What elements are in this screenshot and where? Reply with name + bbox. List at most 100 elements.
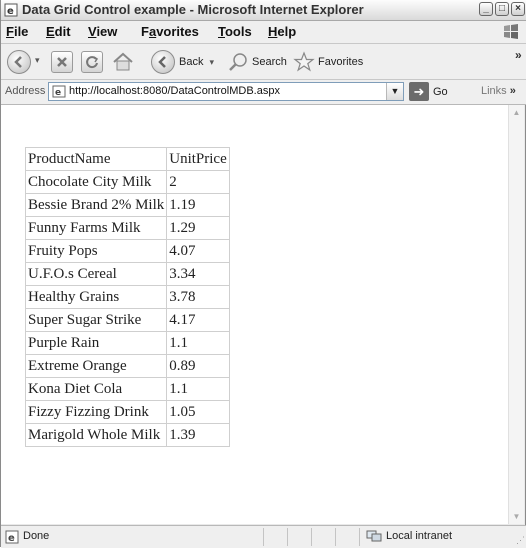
grid-header-row: ProductName UnitPrice: [24, 147, 230, 171]
close-button[interactable]: ×: [511, 2, 525, 16]
ie-page-icon: e: [4, 3, 18, 17]
address-dropdown-icon[interactable]: ▼: [386, 83, 403, 100]
status-divider: [311, 528, 312, 546]
product-name-cell: Extreme Orange: [24, 354, 168, 378]
column-header-productname: ProductName: [24, 147, 168, 171]
svg-text:e: e: [55, 88, 61, 98]
unit-price-cell: 1.1: [166, 331, 230, 355]
search-label: Search: [252, 56, 287, 68]
unit-price-cell: 2: [166, 170, 230, 194]
unit-price-cell: 4.17: [166, 308, 230, 332]
product-name-cell: Kona Diet Cola: [24, 377, 168, 401]
refresh-icon: [81, 51, 103, 73]
refresh-button[interactable]: [81, 51, 103, 73]
menu-help[interactable]: Help: [268, 24, 296, 39]
back-menu-icon: ▾: [209, 56, 214, 67]
status-divider: [263, 528, 264, 546]
status-divider: [287, 528, 288, 546]
table-row: Purple Rain 1.1: [24, 331, 230, 355]
search-icon: [229, 53, 247, 71]
data-grid-body: ProductName UnitPrice Chocolate City Mil…: [24, 147, 230, 447]
go-arrow-icon: ➜: [409, 82, 429, 101]
status-text: Done: [23, 530, 50, 542]
title-bar[interactable]: e Data Grid Control example - Microsoft …: [1, 0, 526, 21]
table-row: U.F.O.s Cereal 3.34: [24, 262, 230, 286]
search-button[interactable]: Search: [227, 51, 287, 73]
window-controls: _ □ ×: [479, 2, 525, 16]
menu-edit[interactable]: Edit: [46, 24, 71, 39]
unit-price-cell: 1.1: [166, 377, 230, 401]
menu-view[interactable]: View: [88, 24, 117, 39]
product-name-cell: U.F.O.s Cereal: [24, 262, 168, 286]
stop-button[interactable]: [51, 51, 73, 73]
svg-text:e: e: [8, 533, 15, 544]
unit-price-cell: 3.34: [166, 262, 230, 286]
back-label: Back: [179, 56, 204, 68]
menu-favorites[interactable]: Favorites: [141, 24, 199, 39]
zone-label: Local intranet: [386, 530, 453, 542]
go-button[interactable]: ➜ Go: [409, 82, 448, 101]
unit-price-cell: 1.19: [166, 193, 230, 217]
product-name-cell: Super Sugar Strike: [24, 308, 168, 332]
status-divider: [335, 528, 336, 546]
links-chevron-icon: »: [509, 85, 516, 97]
unit-price-cell: 4.07: [166, 239, 230, 263]
table-row: Bessie Brand 2% Milk 1.19: [24, 193, 230, 217]
table-row: Fruity Pops 4.07: [24, 239, 230, 263]
vertical-scrollbar[interactable]: ▲ ▼: [508, 105, 524, 524]
product-name-cell: Funny Farms Milk: [24, 216, 168, 240]
back-button[interactable]: Back ▾: [151, 50, 214, 74]
favorites-label: Favorites: [318, 56, 364, 68]
unit-price-cell: 0.89: [166, 354, 230, 378]
address-url: http://localhost:8080/DataControlMDB.asp…: [69, 85, 280, 97]
data-grid: ProductName UnitPrice Chocolate City Mil…: [24, 147, 230, 447]
toolbar-chevron-icon[interactable]: »: [515, 48, 522, 62]
home-icon: [113, 52, 133, 71]
menu-bar: File Edit View Favorites Tools Help: [1, 21, 526, 44]
windows-logo-icon: [504, 24, 518, 39]
minimize-button[interactable]: _: [479, 2, 493, 16]
back-dropdown-icon[interactable]: ▾: [35, 55, 40, 66]
table-row: Chocolate City Milk 2: [24, 170, 230, 194]
scroll-down-icon[interactable]: ▼: [509, 509, 524, 524]
address-input[interactable]: e http://localhost:8080/DataControlMDB.a…: [48, 82, 404, 101]
stop-icon: [51, 51, 73, 73]
links-label: Links: [481, 85, 507, 97]
security-zone[interactable]: Local intranet: [366, 529, 452, 543]
scroll-up-icon[interactable]: ▲: [509, 105, 524, 120]
back-arrow-button[interactable]: [7, 50, 31, 74]
local-intranet-icon: [366, 530, 382, 542]
favorites-button[interactable]: Favorites: [293, 51, 363, 73]
product-name-cell: Bessie Brand 2% Milk: [24, 193, 168, 217]
window-title: Data Grid Control example - Microsoft In…: [22, 2, 364, 17]
table-row: Extreme Orange 0.89: [24, 354, 230, 378]
back-arrow-icon: [7, 50, 31, 74]
page-done-icon: e: [5, 530, 19, 544]
menu-tools[interactable]: Tools: [218, 24, 252, 39]
status-bar: e Done Local intranet ⋰: [1, 525, 526, 548]
menu-file[interactable]: File: [6, 24, 28, 39]
table-row: Healthy Grains 3.78: [24, 285, 230, 309]
address-label: Address: [5, 85, 46, 97]
home-button[interactable]: [111, 51, 135, 73]
standard-toolbar: ▾ Back ▾ Search Favorites »: [1, 44, 526, 80]
links-button[interactable]: Links »: [481, 85, 516, 97]
table-row: Funny Farms Milk 1.29: [24, 216, 230, 240]
table-row: Kona Diet Cola 1.1: [24, 377, 230, 401]
favorites-star-icon: [293, 51, 315, 72]
address-bar: Address e http://localhost:8080/DataCont…: [1, 80, 526, 105]
table-row: Super Sugar Strike 4.17: [24, 308, 230, 332]
product-name-cell: Healthy Grains: [24, 285, 168, 309]
column-header-unitprice: UnitPrice: [166, 147, 230, 171]
browser-window: e Data Grid Control example - Microsoft …: [0, 0, 526, 548]
product-name-cell: Chocolate City Milk: [24, 170, 168, 194]
product-name-cell: Marigold Whole Milk: [24, 423, 168, 447]
product-name-cell: Fizzy Fizzing Drink: [24, 400, 168, 424]
maximize-button[interactable]: □: [495, 2, 509, 16]
product-name-cell: Purple Rain: [24, 331, 168, 355]
table-row: Fizzy Fizzing Drink 1.05: [24, 400, 230, 424]
resize-grip-icon[interactable]: ⋰: [516, 535, 525, 546]
svg-text:e: e: [7, 6, 14, 17]
unit-price-cell: 1.05: [166, 400, 230, 424]
go-label: Go: [433, 85, 448, 98]
